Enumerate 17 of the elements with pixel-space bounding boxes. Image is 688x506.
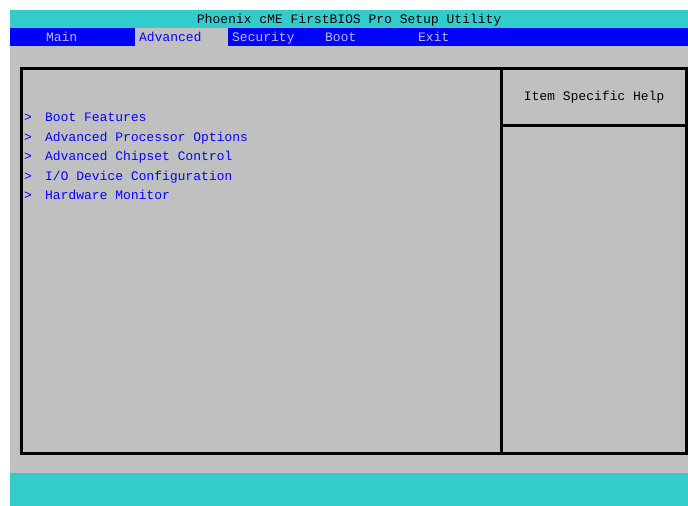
submenu-marker: > <box>24 148 33 166</box>
menu-tab[interactable]: Boot <box>321 28 414 46</box>
title-bar: Phoenix cME FirstBIOS Pro Setup Utility <box>10 10 688 28</box>
help-title: Item Specific Help <box>524 88 664 106</box>
menu-tab[interactable]: Exit <box>414 28 507 46</box>
menu-tab[interactable]: Advanced <box>135 28 228 46</box>
submenu-marker: > <box>24 128 33 147</box>
submenu-marker: > <box>24 168 33 186</box>
submenu-item[interactable]: Boot Features <box>45 108 146 128</box>
submenu-marker: > <box>24 109 33 128</box>
menu-tab[interactable]: Security <box>228 28 321 46</box>
submenu-item[interactable]: Hardware Monitor <box>45 186 170 206</box>
menu-tab[interactable]: Main <box>42 28 135 46</box>
submenu-item[interactable]: I/O Device Configuration <box>45 166 232 186</box>
submenu-item[interactable]: Advanced Processor Options <box>45 128 248 148</box>
submenu-marker: > <box>24 187 33 206</box>
submenu-item[interactable]: Advanced Chipset Control <box>45 147 232 167</box>
